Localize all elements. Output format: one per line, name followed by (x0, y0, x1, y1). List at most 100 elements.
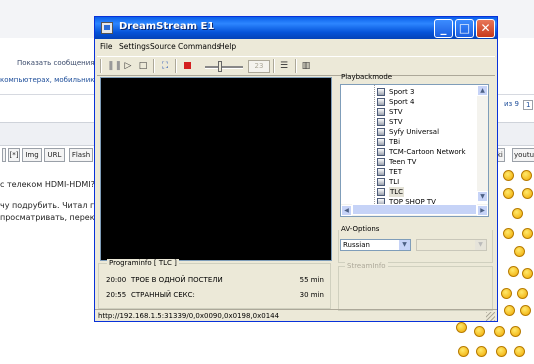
program-time: 20:55 (106, 291, 127, 299)
channel-list-horizontal-scrollbar[interactable]: ◀ ▶ (341, 204, 488, 216)
smiley-icon[interactable] (503, 188, 514, 199)
channel-item[interactable]: Syfy Universal (341, 127, 476, 137)
smiley-icon[interactable] (494, 326, 505, 337)
smiley-icon[interactable] (474, 326, 485, 337)
smiley-icon[interactable] (522, 188, 533, 199)
smiley-icon[interactable] (521, 170, 532, 181)
stop-icon[interactable]: □ (137, 60, 149, 72)
program-duration: 55 min (299, 276, 324, 284)
channel-list[interactable]: Sport 3 Sport 4 STV STV Syfy Universal T… (340, 84, 489, 217)
channel-item-selected[interactable]: TLC (341, 187, 476, 197)
channel-item[interactable]: TLI (341, 177, 476, 187)
show-messages-label: Показать сообщения за (17, 59, 105, 67)
channel-item[interactable]: TET (341, 167, 476, 177)
channel-label: Syfy Universal (389, 128, 440, 136)
channel-label: TBi (389, 138, 401, 146)
post-text-line: просматривать, переклю (0, 213, 107, 222)
chevron-down-icon: ▼ (399, 240, 410, 250)
smiley-icon[interactable] (496, 346, 507, 357)
channel-item[interactable]: Sport 4 (341, 97, 476, 107)
audio-language-select[interactable]: Russian ▼ (340, 239, 411, 251)
channel-item[interactable]: Teen TV (341, 157, 476, 167)
horizontal-scroll-thumb[interactable] (352, 204, 477, 215)
channel-item[interactable]: Sport 3 (341, 87, 476, 97)
menu-bar: File Settings Source Commands Help (97, 41, 495, 55)
smiley-icon[interactable] (458, 346, 469, 357)
smiley-icon[interactable] (504, 305, 515, 316)
toolbar-separator (153, 59, 155, 73)
post-text-line: с телеком HDMI-HDMI?[/q (0, 180, 106, 189)
smiley-icon[interactable] (514, 346, 525, 357)
post-text-line: чу подрубить. Читал где (0, 201, 105, 210)
close-button[interactable]: ✕ (476, 19, 495, 38)
smiley-icon[interactable] (503, 170, 514, 181)
tv-icon (377, 98, 385, 106)
channel-label: TCM-Cartoon Network (389, 148, 466, 156)
volume-value: 23 (248, 60, 270, 73)
bbcode-youtube-button[interactable]: youtu (512, 148, 534, 162)
channel-item[interactable]: TBi (341, 137, 476, 147)
play-icon[interactable]: ▷ (122, 60, 134, 72)
pause-icon[interactable]: ❚❚ (107, 60, 122, 72)
smiley-icon[interactable] (476, 346, 487, 357)
maximize-button[interactable]: □ (455, 19, 474, 38)
bbcode-url-button[interactable]: URL (44, 148, 65, 162)
channel-item[interactable]: STV (341, 117, 476, 127)
menu-commands[interactable]: Commands (178, 42, 220, 51)
toolbar-separator (295, 59, 297, 73)
tv-icon (377, 188, 385, 196)
smiley-icon[interactable] (510, 326, 521, 337)
tv-icon (377, 148, 385, 156)
smiley-icon[interactable] (508, 266, 519, 277)
toolbar-separator (273, 59, 275, 73)
smiley-icon[interactable] (517, 288, 528, 299)
pagination-of: из 9 (504, 100, 519, 108)
tv-icon (377, 118, 385, 126)
bbcode-img-button[interactable]: Img (22, 148, 42, 162)
pagination-next-page[interactable]: 1 (523, 100, 534, 110)
toolbar: ❚❚ ▷ □ ⛶ 23 ☰ ▥ (97, 56, 495, 76)
bbcode-flash-button[interactable]: Flash (69, 148, 93, 162)
minimize-icon: _ (440, 21, 447, 35)
channel-item[interactable]: TCM-Cartoon Network (341, 147, 476, 157)
scroll-up-icon[interactable]: ▲ (477, 85, 488, 96)
menu-help[interactable]: Help (219, 42, 236, 51)
fullscreen-icon[interactable]: ⛶ (159, 60, 171, 72)
programinfo-row: 20:00 ТРОЕ В ОДНОЙ ПОСТЕЛИ 55 min (106, 276, 324, 286)
record-icon[interactable] (181, 60, 193, 72)
close-icon: ✕ (480, 21, 491, 35)
smiley-icon[interactable] (520, 305, 531, 316)
panel-icon[interactable]: ▥ (300, 60, 312, 72)
list-icon[interactable]: ☰ (278, 60, 290, 72)
volume-slider-thumb[interactable] (218, 61, 222, 72)
tv-icon (377, 108, 385, 116)
scroll-right-icon[interactable]: ▶ (477, 205, 488, 216)
status-bar: http://192.168.1.5:31339/0,0x0090,0x0198… (95, 309, 497, 322)
smiley-icon[interactable] (503, 228, 514, 239)
channel-label: TLI (389, 178, 400, 186)
programinfo-label: Programinfo [ TLC ] (107, 259, 179, 267)
smiley-icon[interactable] (456, 322, 467, 333)
tv-icon (377, 178, 385, 186)
channel-label: STV (389, 118, 403, 126)
scroll-down-icon[interactable]: ▼ (477, 191, 488, 202)
smiley-icon[interactable] (514, 246, 525, 257)
scroll-left-icon[interactable]: ◀ (341, 205, 352, 216)
minimize-button[interactable]: _ (434, 19, 453, 38)
volume-slider-track[interactable] (205, 66, 243, 69)
title-bar[interactable]: DreamStream E1 _ □ ✕ (95, 17, 497, 39)
smiley-icon[interactable] (501, 288, 512, 299)
smiley-icon[interactable] (522, 268, 533, 279)
channel-list-vertical-scrollbar[interactable]: ▲ ▼ (477, 85, 488, 202)
resize-grip-icon[interactable] (486, 312, 495, 321)
audio-language-value: Russian (343, 241, 370, 249)
menu-source[interactable]: Source (150, 42, 176, 51)
video-area[interactable] (100, 77, 332, 261)
menu-file[interactable]: File (100, 42, 113, 51)
channel-item[interactable]: STV (341, 107, 476, 117)
menu-settings[interactable]: Settings (119, 42, 150, 51)
streaminfo-label: StreamInfo (345, 262, 388, 270)
smiley-icon[interactable] (512, 208, 523, 219)
smiley-icon[interactable] (522, 228, 533, 239)
bbcode-list-button[interactable]: [*] (8, 148, 20, 162)
